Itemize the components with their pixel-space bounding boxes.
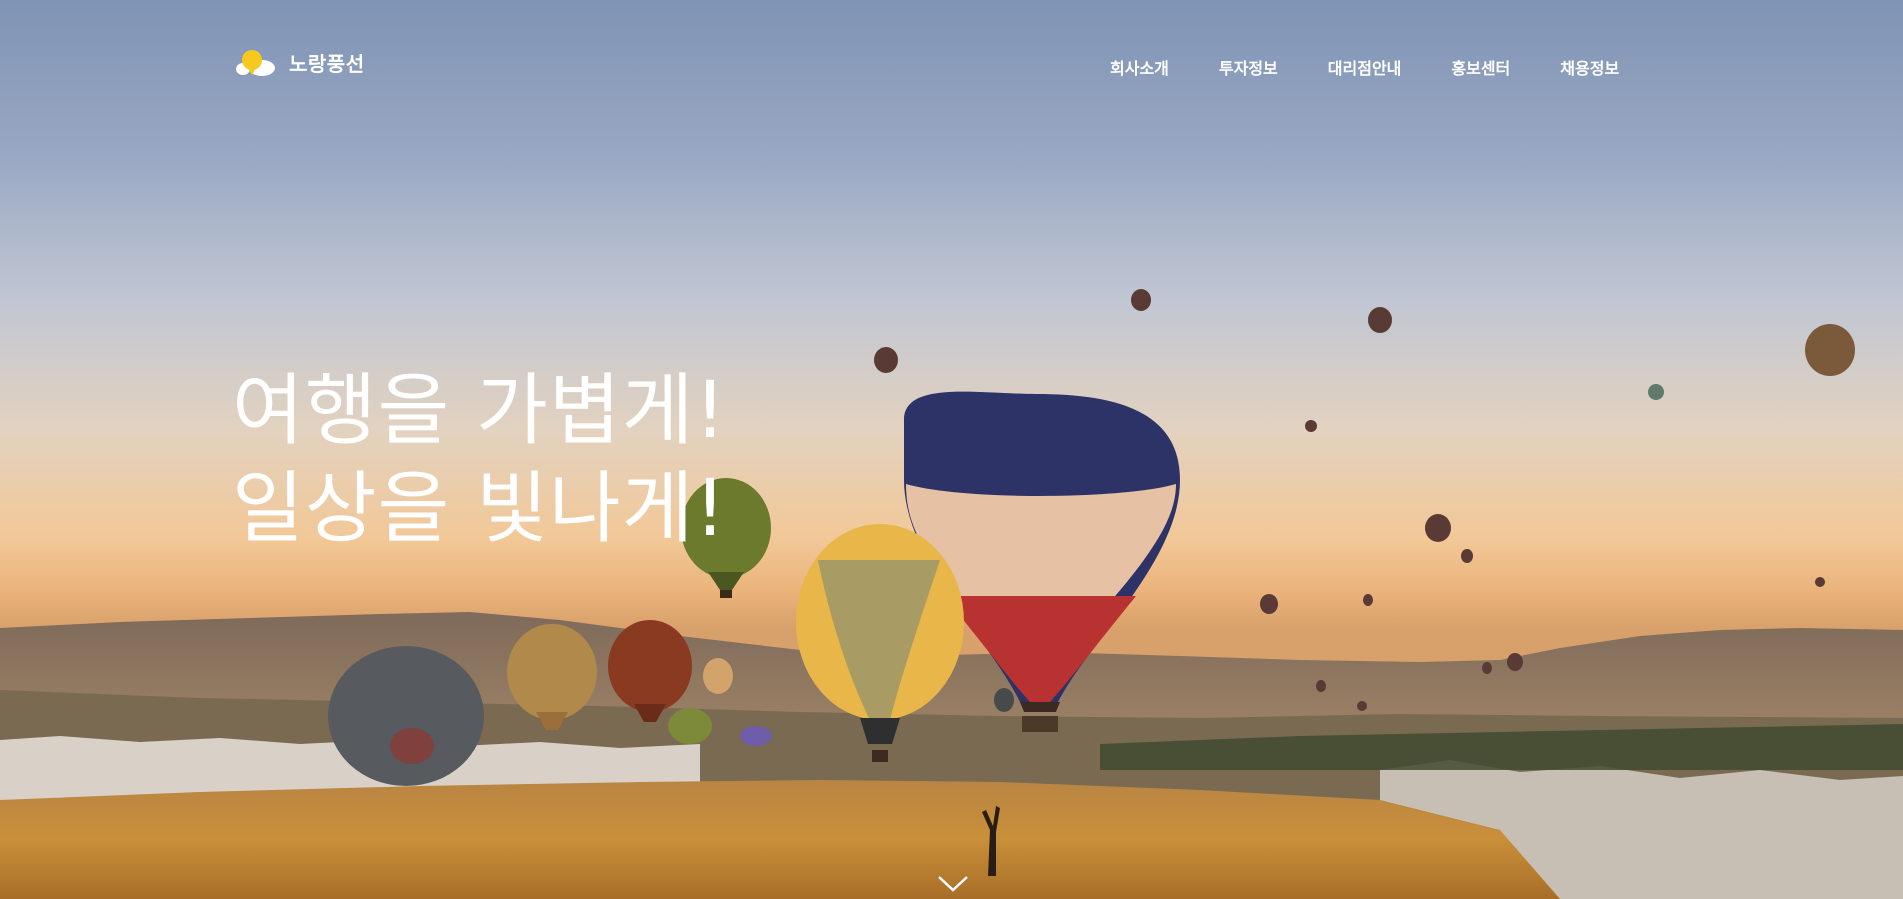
- brand-name: 노랑풍선: [289, 52, 365, 76]
- hero-headline-line-1: 여행을 가볍게!: [232, 366, 727, 456]
- nav-item-pr-center[interactable]: 홍보센터: [1451, 55, 1510, 79]
- nav-item-careers[interactable]: 채용정보: [1560, 55, 1619, 79]
- chevron-down-icon[interactable]: [936, 872, 970, 894]
- site-header: 노랑풍선 회사소개 투자정보 대리점안내 홍보센터 채용정보: [0, 0, 1903, 130]
- hero-section: 노랑풍선 회사소개 투자정보 대리점안내 홍보센터 채용정보 여행을 가볍게! …: [0, 0, 1903, 899]
- yellow-balloon-cloud-icon: [236, 49, 275, 76]
- main-nav: 회사소개 투자정보 대리점안내 홍보센터 채용정보: [1110, 55, 1619, 79]
- nav-item-investment[interactable]: 투자정보: [1219, 55, 1278, 79]
- nav-item-agency[interactable]: 대리점안내: [1328, 55, 1402, 79]
- nav-item-company[interactable]: 회사소개: [1110, 55, 1169, 79]
- hero-headline: 여행을 가볍게! 일상을 빛나게!: [232, 362, 727, 558]
- logo-link[interactable]: 노랑풍선: [235, 48, 365, 77]
- hero-headline-line-2: 일상을 빛나게!: [232, 464, 727, 554]
